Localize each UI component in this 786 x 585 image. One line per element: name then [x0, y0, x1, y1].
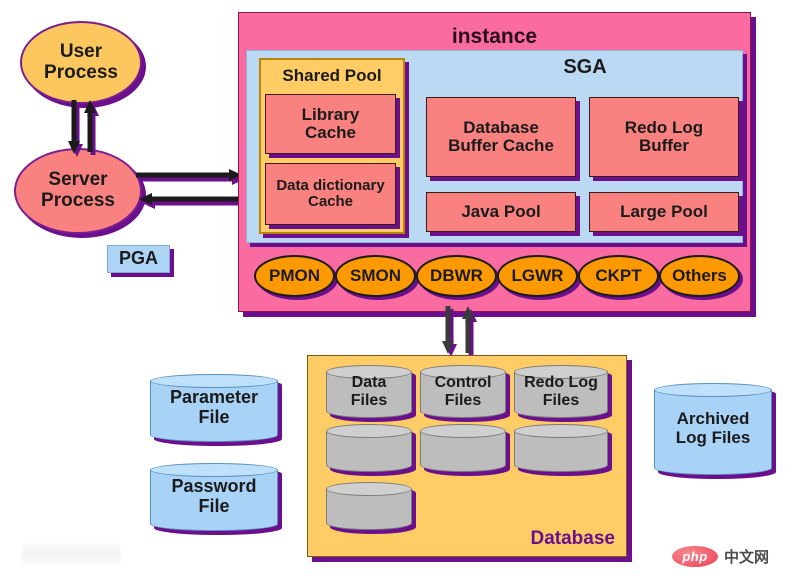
process-dbwr-ellipse: DBWR: [416, 255, 497, 297]
process-pmon-ellipse: PMON: [254, 255, 335, 297]
pga-label: PGA: [118, 248, 158, 269]
process-lgwr-ellipse: LGWR: [497, 255, 578, 297]
control-files-cylinder: Control Files: [420, 365, 506, 418]
database-buffer-cache-box: Database Buffer Cache: [426, 97, 576, 177]
instance-title: instance: [451, 24, 538, 48]
large-pool-label: Large Pool: [620, 201, 708, 221]
sga-title: SGA: [563, 56, 607, 79]
instance-database-arrows: [440, 306, 486, 358]
archived-log-files-label: Archived Log Files: [675, 409, 751, 447]
archived-log-files-cylinder: Archived Log Files: [654, 383, 772, 475]
redo-log-buffer-box: Redo Log Buffer: [589, 97, 739, 177]
php-logo-text: php: [682, 549, 708, 564]
data-files-cylinder-extra-2: [326, 482, 412, 530]
control-files-cylinder-extra: [420, 424, 506, 472]
process-smon-label: SMON: [350, 265, 401, 285]
database-buffer-cache-label: Database Buffer Cache: [448, 117, 554, 155]
data-files-cylinder-extra: [326, 424, 412, 472]
pga-box: PGA: [107, 245, 170, 273]
password-file-label: Password File: [171, 476, 257, 516]
user-server-arrows: [66, 100, 112, 158]
java-pool-label: Java Pool: [461, 201, 541, 221]
cylinder-top: [514, 424, 608, 438]
cylinder-top: [420, 424, 506, 438]
php-watermark: php 中文网: [672, 546, 769, 567]
control-files-label: Control Files: [434, 373, 492, 409]
java-pool-box: Java Pool: [426, 192, 576, 232]
diagram-canvas: User Process Server Process PGA instance…: [0, 0, 786, 585]
large-pool-box: Large Pool: [589, 192, 739, 232]
cylinder-top: [326, 482, 412, 496]
php-site-text: 中文网: [724, 549, 770, 566]
server-process-label: Server Process: [41, 169, 115, 211]
server-instance-arrows: [136, 165, 246, 215]
user-process-ellipse: User Process: [20, 21, 142, 104]
password-file-cylinder: Password File: [150, 463, 278, 531]
cylinder-top: [326, 424, 412, 438]
process-lgwr-label: LGWR: [511, 265, 564, 285]
process-pmon-label: PMON: [269, 265, 320, 285]
process-ckpt-ellipse: CKPT: [578, 255, 659, 297]
data-files-label: Data Files: [350, 373, 388, 409]
data-dictionary-cache-box: Data dictionary Cache: [265, 163, 396, 225]
process-dbwr-label: DBWR: [430, 265, 483, 285]
data-dictionary-cache-label: Data dictionary Cache: [276, 176, 385, 210]
process-others-ellipse: Others: [659, 255, 740, 297]
data-files-cylinder: Data Files: [326, 365, 412, 418]
php-logo-icon: php: [672, 546, 718, 567]
library-cache-box: Library Cache: [265, 94, 396, 154]
library-cache-label: Library Cache: [301, 104, 360, 142]
process-ckpt-label: CKPT: [595, 265, 642, 285]
database-title: Database: [530, 527, 616, 549]
redo-log-files-cylinder-extra: [514, 424, 608, 472]
redo-log-buffer-label: Redo Log Buffer: [624, 117, 704, 155]
redo-log-files-cylinder: Redo Log Files: [514, 365, 608, 418]
process-others-label: Others: [672, 265, 727, 285]
shared-pool-title: Shared Pool: [282, 65, 382, 85]
redo-log-files-label: Redo Log Files: [524, 373, 598, 409]
blurred-watermark-patch: [22, 543, 120, 565]
parameter-file-label: Parameter File: [169, 387, 259, 427]
server-process-ellipse: Server Process: [14, 148, 142, 234]
process-smon-ellipse: SMON: [335, 255, 416, 297]
user-process-label: User Process: [44, 40, 118, 83]
parameter-file-cylinder: Parameter File: [150, 374, 278, 442]
